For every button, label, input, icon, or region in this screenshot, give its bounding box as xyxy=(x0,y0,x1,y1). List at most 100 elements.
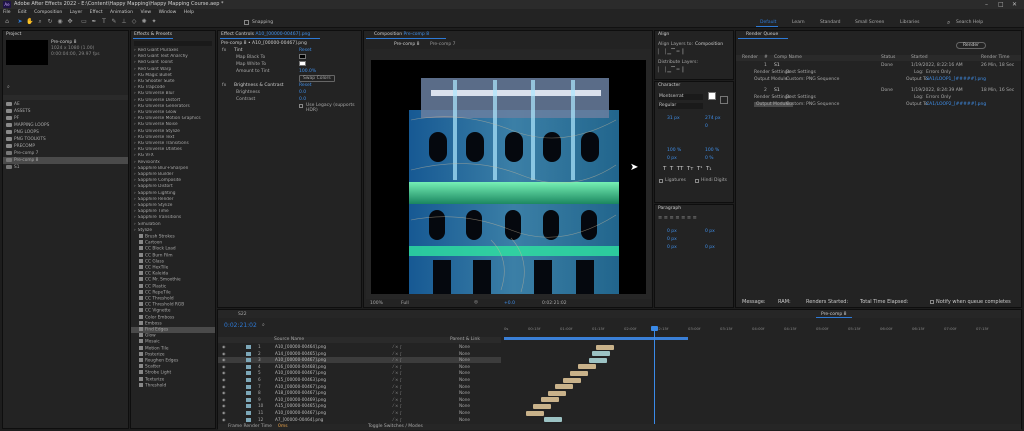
layer-track-bar[interactable] xyxy=(595,344,614,350)
ligatures-checkbox[interactable] xyxy=(659,179,663,183)
align-icons[interactable]: ▏▕ ▁▔ ═ ║ xyxy=(658,49,684,55)
menu-window[interactable]: Window xyxy=(159,9,177,16)
pan-behind-tool-icon[interactable]: ✥ xyxy=(66,18,74,26)
roto-tool-icon[interactable]: ✺ xyxy=(140,18,148,26)
search-icon[interactable]: ⌕ xyxy=(947,19,950,27)
menu-effect[interactable]: Effect xyxy=(90,9,103,16)
table-row[interactable]: ◉ 12 A7_[00000-00464].png ⁄ ⨯ ∫ None xyxy=(218,417,501,423)
rq-notify-checkbox[interactable] xyxy=(930,300,934,304)
eraser-tool-icon[interactable]: ◇ xyxy=(130,18,138,26)
label-color[interactable] xyxy=(246,378,251,382)
layer-track-bar[interactable] xyxy=(540,397,559,403)
label-color[interactable] xyxy=(246,345,251,349)
hindi-checkbox[interactable] xyxy=(695,179,699,183)
layer-track-bar[interactable] xyxy=(592,351,611,357)
map-white-swatch[interactable] xyxy=(299,61,306,66)
table-row[interactable]: ◉ 11 A10_[00000-00467].png ⁄ ⨯ ∫ None xyxy=(218,410,501,416)
swap-colors-button[interactable]: Swap Colors xyxy=(299,75,335,82)
project-item-png-loops[interactable]: PNG LOOPS xyxy=(3,129,128,136)
table-row[interactable]: ◉ 1 A10_[00000-00464].png ⁄ ⨯ ∫ None xyxy=(218,344,501,350)
layer-source-name[interactable]: A10_[00000-00469].png xyxy=(275,397,326,402)
amount-to-tint-value[interactable]: 100.0% xyxy=(299,69,316,74)
project-item-assets[interactable]: ASSETS xyxy=(3,108,128,115)
parent-dropdown[interactable]: None xyxy=(459,344,470,349)
rq-row-1-output[interactable]: SA1/LOOP1_[#####].png xyxy=(926,77,986,82)
label-color[interactable] xyxy=(246,358,251,363)
eye-icon[interactable]: ◉ xyxy=(222,357,226,362)
comp-crumb-1[interactable]: Pre-comp 8 xyxy=(394,42,420,47)
quality-dropdown[interactable]: Full xyxy=(401,301,409,306)
align-to-dropdown[interactable]: Composition xyxy=(695,42,723,47)
footer-toggle-switches[interactable]: Toggle Switches / Modes xyxy=(368,424,423,429)
stroke-color-swatch[interactable] xyxy=(720,96,728,104)
vertical-scale-value[interactable]: 100 % xyxy=(667,148,681,153)
tracking-value[interactable]: 0 xyxy=(705,124,708,129)
layer-track-bar[interactable] xyxy=(577,364,596,370)
parent-dropdown[interactable]: None xyxy=(459,370,470,375)
switch-icons[interactable]: ⁄ ⨯ ∫ xyxy=(393,397,402,402)
parent-dropdown[interactable]: None xyxy=(459,417,470,422)
project-item-mapping-loops[interactable]: MAPPING LOOPS xyxy=(3,122,128,129)
indent-left-value[interactable]: 0 px xyxy=(667,229,677,234)
menu-view[interactable]: View xyxy=(140,9,151,16)
eye-icon[interactable]: ◉ xyxy=(222,351,226,356)
rq-row-2-output[interactable]: CA1/LOOP2_[#####].png xyxy=(926,102,986,107)
project-item-png-toolkits[interactable]: PNG TOOLKITS xyxy=(3,136,128,143)
rq-row-1-om[interactable]: Custom: PNG Sequence xyxy=(786,77,839,82)
camera-tool-icon[interactable]: ◉ xyxy=(56,18,64,26)
tint-effect-name[interactable]: Tint xyxy=(234,48,242,53)
parent-dropdown[interactable]: None xyxy=(459,410,470,415)
eye-icon[interactable]: ◉ xyxy=(222,410,226,415)
home-icon[interactable]: ⌂ xyxy=(3,18,11,26)
composition-viewer[interactable] xyxy=(366,49,651,299)
maximize-button[interactable]: □ xyxy=(998,1,1004,8)
project-item-pre-comp-7[interactable]: Pre-comp 7 xyxy=(3,150,128,157)
project-item-ae[interactable]: AE xyxy=(3,101,128,108)
close-button[interactable]: ✕ xyxy=(1012,1,1017,8)
label-color[interactable] xyxy=(246,351,251,356)
project-item-pre-comp-8[interactable]: Pre-comp 8 xyxy=(3,157,128,164)
frames-offset[interactable]: +0.0 xyxy=(504,301,515,306)
indent-right-value[interactable]: 0 px xyxy=(705,229,715,234)
project-item-precomp[interactable]: PRECOMP xyxy=(3,143,128,150)
brush-tool-icon[interactable]: ✎ xyxy=(110,18,118,26)
zoom-dropdown[interactable]: 100% xyxy=(370,301,383,306)
table-row[interactable]: ◉ 9 A10_[00000-00469].png ⁄ ⨯ ∫ None xyxy=(218,397,501,403)
rq-row-1-log[interactable]: Errors Only xyxy=(926,70,951,75)
font-family-dropdown[interactable]: Montserrat xyxy=(658,94,703,100)
layer-source-name[interactable]: A10_[00000-00467].png xyxy=(275,370,326,375)
distribute-icons[interactable]: ▏▕ ▁▔ ═ ║ xyxy=(658,67,684,73)
table-row[interactable]: ◉ 5 A10_[00000-00467].png ⁄ ⨯ ∫ None xyxy=(218,370,501,376)
switch-icons[interactable]: ⁄ ⨯ ∫ xyxy=(393,357,402,362)
table-row[interactable]: ◉ 6 A15_[00000-00463].png ⁄ ⨯ ∫ None xyxy=(218,377,501,383)
eye-icon[interactable]: ◉ xyxy=(222,384,226,389)
comp-crumb-2[interactable]: Pre-comp 7 xyxy=(430,42,456,47)
label-color[interactable] xyxy=(246,371,251,376)
parent-dropdown[interactable]: None xyxy=(459,403,470,408)
table-row[interactable]: ◉ 3 A10_[00000-00467].png ⁄ ⨯ ∫ None xyxy=(218,357,501,364)
indent-first-value[interactable]: 0 px xyxy=(667,237,677,242)
rotate-tool-icon[interactable]: ↻ xyxy=(46,18,54,26)
eye-icon[interactable]: ◉ xyxy=(222,370,226,375)
project-item-pf[interactable]: PF xyxy=(3,115,128,122)
eye-icon[interactable]: ◉ xyxy=(222,364,226,369)
layer-source-name[interactable]: A15_[00000-00463].png xyxy=(275,377,326,382)
menu-edit[interactable]: Edit xyxy=(18,9,27,16)
layer-source-name[interactable]: A10_[00000-00464].png xyxy=(275,344,326,349)
project-item-s1[interactable]: S1 xyxy=(3,164,128,171)
map-black-swatch[interactable] xyxy=(299,54,306,59)
table-row[interactable]: ◉ 8 A18_[00000-00467].png ⁄ ⨯ ∫ None xyxy=(218,390,501,396)
leading-value[interactable]: 274 px xyxy=(705,116,721,121)
layer-track-bar[interactable] xyxy=(562,377,581,383)
snapshot-icon[interactable]: ◎ xyxy=(474,300,478,305)
comp-timecode[interactable]: 0:02:21:02 xyxy=(542,301,567,306)
rq-row-2-log[interactable]: Errors Only xyxy=(926,95,951,100)
workspace-standard[interactable]: Standard xyxy=(820,20,840,25)
switch-icons[interactable]: ⁄ ⨯ ∫ xyxy=(393,403,402,408)
switch-icons[interactable]: ⁄ ⨯ ∫ xyxy=(393,410,402,415)
legacy-checkbox[interactable] xyxy=(299,104,303,108)
hand-tool-icon[interactable]: ✋ xyxy=(26,18,34,26)
bc-reset-link[interactable]: Reset xyxy=(299,83,312,88)
puppet-tool-icon[interactable]: ✦ xyxy=(150,18,158,26)
render-button[interactable]: Render xyxy=(956,42,987,49)
